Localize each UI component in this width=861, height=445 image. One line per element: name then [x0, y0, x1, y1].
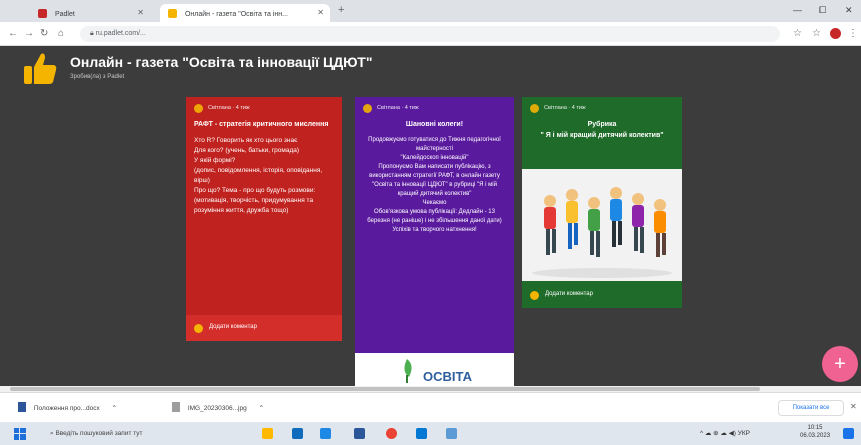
windows-taskbar: ⌕ Введіть пошуковий запит тут ^ ☁ ⊕ ☁ ◀)… — [0, 422, 861, 445]
taskbar-search[interactable]: ⌕ Введіть пошуковий запит тут — [44, 426, 234, 441]
comment-avatar-icon — [194, 323, 203, 333]
post-author: Світлана · 4 тиж — [377, 105, 419, 112]
post-author-row: Світлана · 4 тиж — [194, 104, 334, 113]
avatar — [363, 104, 372, 113]
home-icon[interactable]: ⌂ — [58, 28, 64, 39]
tab-label: Padlet — [54, 11, 75, 18]
wall-title: Онлайн - газета "Освіта та інновації ЦДЮ… — [70, 54, 373, 70]
child-figure — [544, 195, 556, 255]
jumping-children-image — [532, 187, 672, 278]
post-author: Світлана · 4 тиж — [544, 105, 586, 112]
close-icon[interactable]: ✕ — [317, 8, 324, 17]
taskview-icon[interactable] — [292, 428, 303, 439]
new-tab-icon[interactable]: + — [338, 4, 344, 16]
profile-avatar[interactable] — [830, 28, 841, 39]
post-author-row: Світлана · 4 тиж — [363, 104, 506, 113]
extension-icon[interactable]: ☆ — [793, 28, 802, 39]
add-post-button[interactable]: + — [822, 346, 858, 382]
notification-icon[interactable] — [843, 428, 854, 439]
tab-active-newspaper[interactable]: Онлайн - газета "Освіта та інн... ✕ — [160, 4, 330, 22]
download-item[interactable]: Положення про...docx ⌃ — [18, 402, 117, 412]
photos-icon[interactable] — [446, 428, 457, 439]
scrollbar-thumb[interactable] — [10, 387, 760, 391]
window-close-icon[interactable]: ✕ — [845, 5, 853, 16]
word-icon[interactable] — [416, 428, 427, 439]
taskbar-clock[interactable]: 10:15 06.03.2023 — [800, 425, 830, 441]
file-explorer-icon[interactable] — [262, 428, 273, 439]
close-icon[interactable]: ✕ — [850, 402, 857, 411]
minimize-icon[interactable]: — — [793, 5, 802, 15]
browser-tab-bar: Padlet ✕ Онлайн - газета "Освіта та інн.… — [0, 0, 861, 22]
avatar — [194, 104, 203, 113]
add-comment-button[interactable]: Додати коментар — [186, 315, 342, 341]
post-image-children[interactable] — [522, 169, 682, 281]
downloads-bar: Положення про...docx ⌃ IMG_20230306...jp… — [0, 392, 861, 422]
show-all-downloads-button[interactable]: Показати все — [778, 400, 844, 416]
mail-icon[interactable] — [320, 428, 331, 439]
back-icon[interactable]: ← — [8, 28, 18, 39]
add-comment-label: Додати коментар — [545, 291, 593, 298]
post-card-raft[interactable]: Світлана · 4 тиж РАФТ - стратегія критич… — [186, 97, 342, 341]
clock-time: 10:15 — [807, 425, 823, 431]
windows-start-icon[interactable] — [14, 428, 26, 440]
tab-label: Онлайн - газета "Освіта та інн... — [184, 11, 288, 18]
chrome-icon[interactable] — [386, 428, 397, 439]
store-icon[interactable] — [354, 428, 365, 439]
child-figure — [610, 187, 622, 247]
child-figure — [654, 199, 666, 257]
avatar — [530, 104, 539, 113]
clock-date: 06.03.2023 — [800, 432, 831, 439]
education-logo-icon — [404, 359, 412, 383]
forward-icon[interactable]: → — [24, 28, 34, 39]
address-bar-row: ← → ↻ ⌂ 🔒︎ ru.padlet.com/... ☆ ☆ ⋮ — [0, 22, 861, 46]
padlet-favicon-icon — [168, 9, 177, 18]
url-text: ru.padlet.com/... — [95, 30, 146, 37]
post-title: РАФТ - стратегія критичного мислення — [194, 121, 329, 128]
child-figure — [588, 197, 600, 257]
close-icon[interactable]: ✕ — [137, 8, 144, 17]
chevron-up-icon[interactable]: ⌃ — [112, 405, 117, 412]
add-comment-label: Додати коментар — [209, 324, 257, 331]
banner-text: ОСВІТА — [423, 369, 473, 384]
wall-header: Онлайн - газета "Освіта та інновації ЦДЮ… — [0, 46, 861, 90]
post-body: Хто R? Говорить як хто цього знає Для ко… — [194, 136, 323, 215]
maximize-icon[interactable]: ⧠ — [819, 5, 826, 16]
child-figure — [632, 193, 644, 253]
post-title: Рубрика " Я і мій кращий дитячий колекти… — [540, 121, 664, 139]
image-file-icon — [172, 402, 180, 412]
wall-subtitle: Зробив(ла) з Padlet — [70, 74, 125, 80]
post-card-rubric[interactable]: Світлана · 4 тиж Рубрика " Я і мій кращи… — [522, 97, 682, 308]
reload-icon[interactable]: ↻ — [40, 28, 48, 39]
system-tray[interactable]: ^ ☁ ⊕ ☁ ◀) УКР — [700, 429, 750, 437]
post-card-announcement[interactable]: Світлана · 4 тиж Шановні колеги! Продовж… — [355, 97, 514, 387]
menu-dots-icon[interactable]: ⋮ — [848, 28, 858, 39]
thumbs-up-icon — [24, 53, 57, 84]
url-field[interactable]: 🔒︎ ru.padlet.com/... — [80, 26, 780, 42]
post-attachment-image[interactable]: ОСВІТА — [355, 353, 514, 387]
search-placeholder: Введіть пошуковий запит тут — [55, 430, 143, 437]
tab-padlet[interactable]: Padlet ✕ — [30, 4, 150, 22]
bookmark-star-icon[interactable]: ☆ — [812, 28, 821, 39]
download-filename: Положення про...docx — [33, 405, 100, 412]
word-file-icon — [18, 402, 26, 412]
post-title: Шановні колеги! — [405, 121, 464, 128]
comment-avatar-icon — [530, 290, 539, 300]
download-item[interactable]: IMG_20230306...jpg ⌃ — [172, 402, 264, 412]
chevron-up-icon[interactable]: ⌃ — [259, 405, 264, 412]
child-figure — [566, 189, 578, 249]
add-comment-button[interactable]: Додати коментар — [522, 282, 682, 308]
post-body: Продовжуємо готуватися до Тижня педагогі… — [367, 136, 502, 233]
padlet-favicon-icon — [38, 9, 47, 18]
download-filename: IMG_20230306...jpg — [187, 405, 247, 412]
post-author: Світлана · 4 тиж — [208, 105, 250, 112]
post-author-row: Світлана · 4 тиж — [530, 104, 674, 113]
